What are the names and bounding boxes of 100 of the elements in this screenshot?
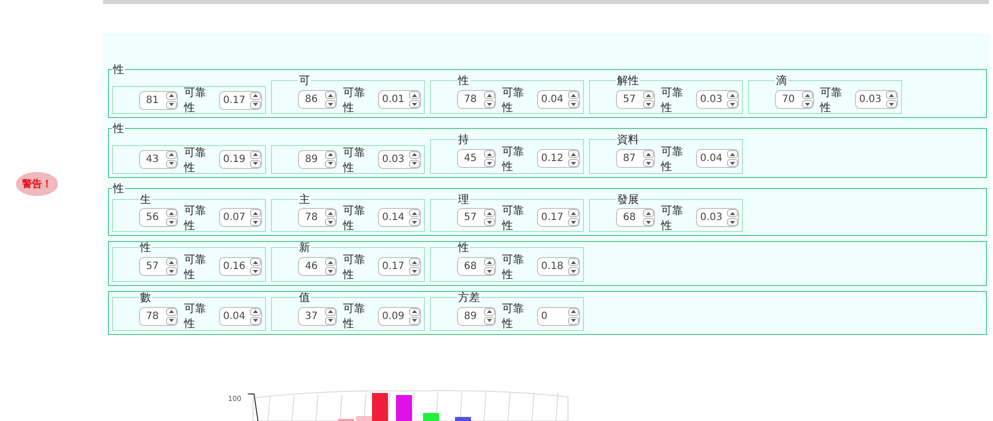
spin-up-button[interactable] xyxy=(409,308,420,316)
spin-up-button[interactable] xyxy=(568,150,579,158)
score-spinbox[interactable]: 37 xyxy=(298,306,338,326)
spin-down-button[interactable] xyxy=(250,218,261,226)
reliability-spinbox[interactable]: 0.17 xyxy=(378,257,421,276)
score-spinbox[interactable]: 87 xyxy=(616,149,656,168)
spin-up-button[interactable] xyxy=(484,308,496,316)
spin-up-button[interactable] xyxy=(484,209,496,218)
spin-down-button[interactable] xyxy=(568,100,579,108)
spin-down-button[interactable] xyxy=(727,159,738,168)
score-spinbox[interactable]: 46 xyxy=(298,257,338,276)
spin-down-button[interactable] xyxy=(727,218,738,226)
spin-up-button[interactable] xyxy=(250,209,261,218)
spin-down-button[interactable] xyxy=(325,160,336,168)
score-spinbox[interactable]: 56 xyxy=(139,208,178,228)
spin-down-button[interactable] xyxy=(166,267,178,276)
spin-up-button[interactable] xyxy=(568,91,579,100)
reliability-spinbox[interactable]: 0.04 xyxy=(696,149,739,168)
spin-up-button[interactable] xyxy=(166,258,178,266)
reliability-spinbox[interactable]: 0.03 xyxy=(696,90,739,110)
spin-down-button[interactable] xyxy=(409,316,420,325)
spin-down-button[interactable] xyxy=(250,100,261,109)
reliability-spinbox[interactable]: 0.03 xyxy=(855,90,898,110)
spin-down-button[interactable] xyxy=(250,267,261,276)
spin-down-button[interactable] xyxy=(325,316,336,325)
spin-up-button[interactable] xyxy=(325,209,336,218)
score-spinbox[interactable]: 68 xyxy=(616,208,656,228)
reliability-spinbox[interactable]: 0.04 xyxy=(537,90,580,110)
score-spinbox[interactable]: 70 xyxy=(775,90,814,110)
score-spinbox[interactable]: 43 xyxy=(139,150,178,169)
spin-up-button[interactable] xyxy=(250,308,261,316)
spin-down-button[interactable] xyxy=(484,316,496,325)
spin-up-button[interactable] xyxy=(484,150,496,158)
spin-up-button[interactable] xyxy=(484,91,496,100)
reliability-spinbox[interactable]: 0.17 xyxy=(219,90,262,110)
spin-down-button[interactable] xyxy=(568,267,579,276)
spin-down-button[interactable] xyxy=(166,218,178,226)
spin-up-button[interactable] xyxy=(568,209,579,218)
spin-up-button[interactable] xyxy=(166,150,178,159)
score-spinbox[interactable]: 57 xyxy=(139,257,178,276)
reliability-spinbox[interactable]: 0.03 xyxy=(378,150,421,169)
score-spinbox[interactable]: 89 xyxy=(298,150,338,169)
spin-down-button[interactable] xyxy=(409,218,420,226)
score-spinbox[interactable]: 81 xyxy=(139,90,178,110)
spin-up-button[interactable] xyxy=(250,150,261,159)
reliability-spinbox[interactable]: 0.17 xyxy=(537,208,580,228)
spin-up-button[interactable] xyxy=(409,209,420,218)
spin-down-button[interactable] xyxy=(409,267,420,276)
spin-down-button[interactable] xyxy=(250,160,261,168)
spin-down-button[interactable] xyxy=(568,218,579,226)
spin-down-button[interactable] xyxy=(727,100,738,108)
spin-down-button[interactable] xyxy=(250,316,261,325)
reliability-spinbox[interactable]: 0.07 xyxy=(219,208,262,228)
score-spinbox[interactable]: 57 xyxy=(616,90,656,110)
spin-down-button[interactable] xyxy=(802,100,814,108)
score-spinbox[interactable]: 89 xyxy=(457,306,496,326)
spin-down-button[interactable] xyxy=(886,100,897,108)
spin-up-button[interactable] xyxy=(484,258,496,266)
score-spinbox[interactable]: 57 xyxy=(457,208,496,228)
spin-up-button[interactable] xyxy=(325,150,336,159)
spin-up-button[interactable] xyxy=(727,91,738,100)
reliability-spinbox[interactable]: 0.09 xyxy=(378,306,421,326)
spin-down-button[interactable] xyxy=(325,100,336,108)
spin-down-button[interactable] xyxy=(484,159,496,168)
spin-up-button[interactable] xyxy=(325,91,336,100)
reliability-spinbox[interactable]: 0.14 xyxy=(378,208,421,228)
reliability-spinbox[interactable]: 0.12 xyxy=(537,149,580,168)
score-spinbox[interactable]: 78 xyxy=(457,90,496,110)
spin-down-button[interactable] xyxy=(568,159,579,168)
score-spinbox[interactable]: 78 xyxy=(298,208,338,228)
reliability-spinbox[interactable]: 0.18 xyxy=(537,257,580,276)
reliability-spinbox[interactable]: 0.01 xyxy=(378,90,421,110)
spin-up-button[interactable] xyxy=(409,258,420,266)
spin-down-button[interactable] xyxy=(409,160,420,168)
reliability-spinbox[interactable]: 0.16 xyxy=(219,257,262,276)
spin-up-button[interactable] xyxy=(643,209,654,218)
reliability-spinbox[interactable]: 0 xyxy=(537,306,580,326)
score-spinbox[interactable]: 68 xyxy=(457,257,496,276)
spin-up-button[interactable] xyxy=(325,308,336,316)
spin-up-button[interactable] xyxy=(409,91,420,100)
reliability-spinbox[interactable]: 0.19 xyxy=(219,150,262,169)
reliability-spinbox[interactable]: 0.04 xyxy=(219,306,262,326)
spin-down-button[interactable] xyxy=(325,218,336,226)
spin-down-button[interactable] xyxy=(568,316,579,325)
spin-down-button[interactable] xyxy=(409,100,420,108)
spin-down-button[interactable] xyxy=(643,218,654,226)
spin-down-button[interactable] xyxy=(643,159,654,168)
spin-up-button[interactable] xyxy=(727,209,738,218)
spin-up-button[interactable] xyxy=(802,91,814,100)
spin-up-button[interactable] xyxy=(409,150,420,159)
spin-up-button[interactable] xyxy=(568,308,579,316)
spin-up-button[interactable] xyxy=(166,209,178,218)
spin-down-button[interactable] xyxy=(643,100,654,108)
spin-up-button[interactable] xyxy=(166,308,178,316)
spin-down-button[interactable] xyxy=(484,267,496,276)
score-spinbox[interactable]: 78 xyxy=(139,306,178,326)
spin-up-button[interactable] xyxy=(643,91,654,100)
spin-up-button[interactable] xyxy=(250,258,261,266)
reliability-spinbox[interactable]: 0.03 xyxy=(696,208,739,228)
spin-up-button[interactable] xyxy=(643,150,654,158)
